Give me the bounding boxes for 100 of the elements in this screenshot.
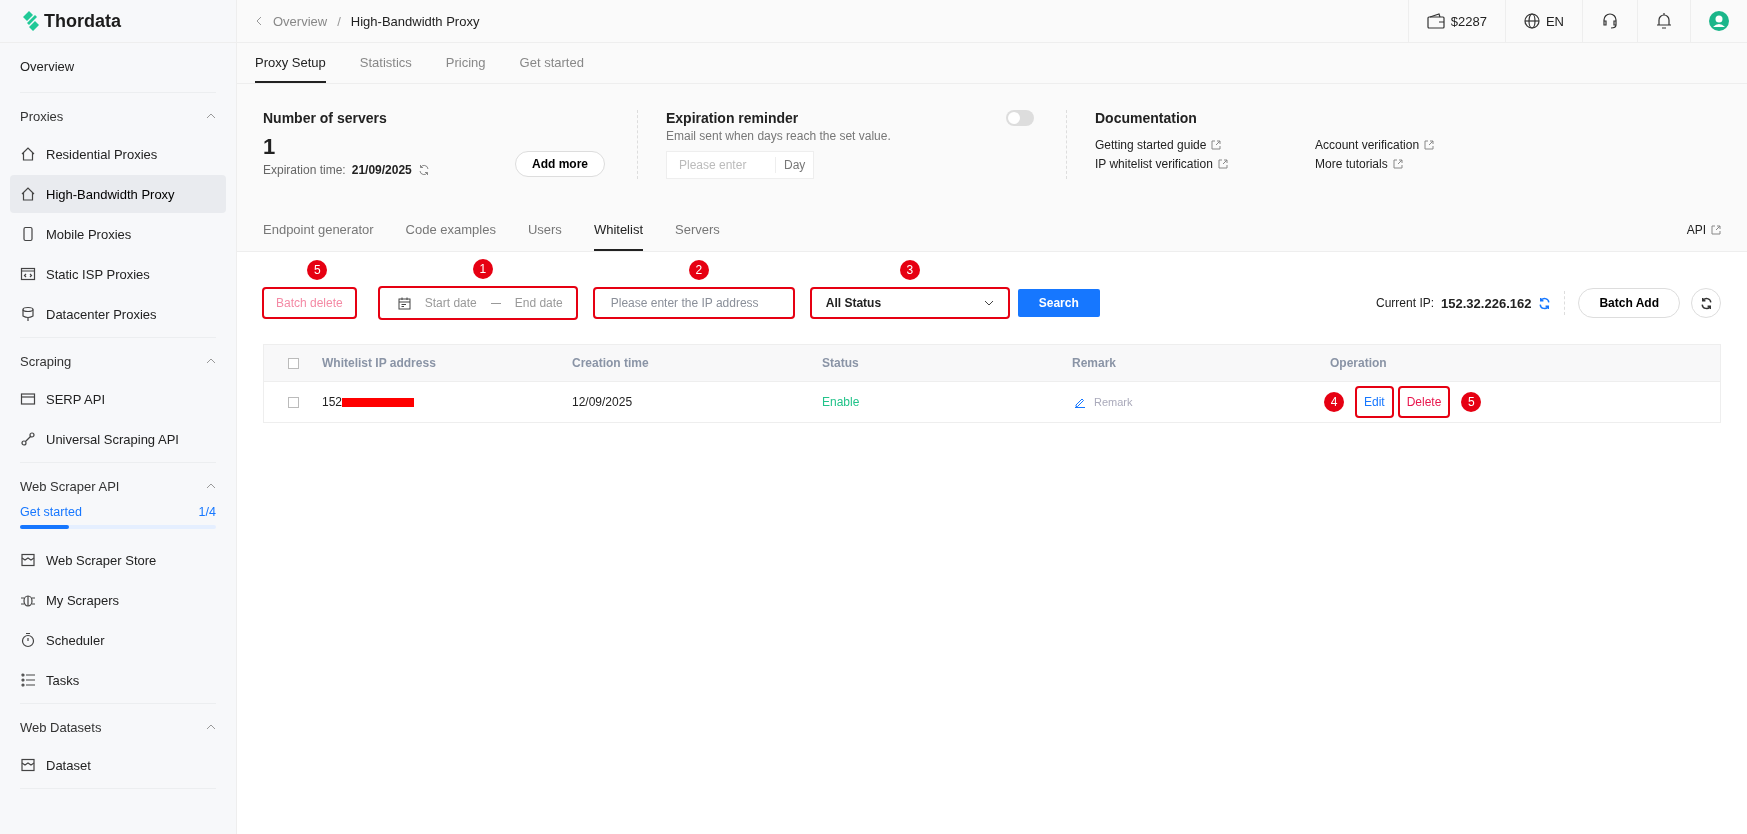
annotation-badge: 2 bbox=[688, 260, 709, 280]
sidebar-item[interactable]: Web Scraper Store bbox=[10, 541, 226, 579]
sidebar-item[interactable]: Universal Scraping API bbox=[10, 420, 226, 458]
tab[interactable]: Get started bbox=[519, 43, 584, 83]
day-unit: Day bbox=[783, 158, 806, 172]
column-header: Status bbox=[822, 356, 859, 370]
checkbox[interactable] bbox=[287, 396, 299, 408]
language-button[interactable]: EN bbox=[1504, 0, 1582, 42]
tab[interactable]: Whitelist bbox=[593, 209, 643, 251]
documentation-link[interactable]: More tutorials bbox=[1315, 157, 1388, 171]
checkbox[interactable] bbox=[287, 357, 299, 369]
house-icon bbox=[20, 186, 36, 202]
storefront-icon bbox=[20, 757, 36, 773]
logo-icon bbox=[21, 11, 41, 31]
chevron-icon[interactable] bbox=[206, 358, 216, 364]
annotation-badge: 3 bbox=[899, 260, 920, 280]
sidebar-item[interactable]: Tasks bbox=[10, 661, 226, 699]
sidebar-item[interactable]: Scheduler bbox=[10, 621, 226, 659]
back-icon[interactable] bbox=[255, 16, 263, 26]
status-text: Enable bbox=[822, 395, 860, 409]
column-header: Remark bbox=[1072, 356, 1117, 370]
link-icon bbox=[20, 431, 36, 447]
batch-add-button[interactable]: Batch Add bbox=[1578, 288, 1680, 318]
api-icon bbox=[20, 391, 36, 407]
current-ip: 152.32.226.162 bbox=[1441, 295, 1532, 311]
tab[interactable]: Servers bbox=[675, 209, 720, 251]
ip-address: 152 bbox=[322, 395, 343, 409]
sidebar-item[interactable]: Mobile Proxies bbox=[10, 215, 226, 253]
sidebar-item[interactable]: My Scrapers bbox=[10, 581, 226, 619]
storefront-icon bbox=[20, 552, 36, 568]
list-icon bbox=[20, 672, 36, 688]
refresh-icon[interactable] bbox=[1538, 296, 1552, 310]
chevron-icon[interactable] bbox=[206, 724, 216, 730]
chevron-icon[interactable] bbox=[206, 113, 216, 119]
sidebar-item[interactable]: Datacenter Proxies bbox=[10, 295, 226, 333]
bell-icon[interactable] bbox=[1656, 12, 1672, 30]
progress-label[interactable]: Get started bbox=[20, 505, 82, 519]
refresh-button[interactable] bbox=[1691, 288, 1721, 318]
expiry-date: 21/09/2025 bbox=[351, 163, 412, 177]
house-icon bbox=[20, 146, 36, 162]
timer-icon bbox=[20, 632, 36, 648]
section-title: Scraping bbox=[20, 353, 72, 369]
wallet-icon bbox=[1426, 13, 1445, 29]
tab[interactable]: Users bbox=[527, 209, 562, 251]
api-link[interactable]: API bbox=[1686, 223, 1706, 237]
phone-icon bbox=[20, 226, 36, 242]
avatar-icon[interactable] bbox=[1709, 11, 1729, 31]
sidebar-item[interactable]: Static ISP Proxies bbox=[10, 255, 226, 293]
chevron-down-icon bbox=[983, 300, 994, 306]
tab[interactable]: Statistics bbox=[359, 43, 412, 83]
breadcrumb-item[interactable]: Overview bbox=[273, 13, 328, 29]
expiry-label: Expiration time: bbox=[263, 163, 346, 177]
calendar-icon bbox=[397, 296, 411, 310]
search-button[interactable]: Search bbox=[1017, 289, 1100, 317]
add-more-button[interactable]: Add more bbox=[515, 151, 605, 177]
sidebar-item[interactable]: Residential Proxies bbox=[10, 135, 226, 173]
column-header: Creation time bbox=[572, 356, 649, 370]
database-icon bbox=[20, 306, 36, 322]
bug-icon bbox=[20, 592, 36, 608]
days-field[interactable]: Please enter Day bbox=[666, 151, 814, 179]
globe-icon bbox=[1523, 13, 1540, 29]
documentation-link[interactable]: Getting started guide bbox=[1095, 138, 1207, 152]
current-ip-label: Current IP: bbox=[1376, 296, 1435, 310]
headset-icon[interactable] bbox=[1601, 12, 1619, 30]
start-date: Start date bbox=[424, 296, 477, 310]
reminder-subtitle: Email sent when days reach the set value. bbox=[666, 129, 891, 143]
status-dropdown[interactable]: All Status bbox=[810, 288, 1009, 318]
sidebar-item[interactable]: Dataset bbox=[10, 746, 226, 784]
annotation-badge: 4 bbox=[1324, 392, 1344, 412]
sidebar-item[interactable]: SERP API bbox=[10, 380, 226, 418]
column-header: Operation bbox=[1330, 356, 1387, 370]
brand-name: Thordata bbox=[44, 10, 121, 32]
refresh-icon bbox=[1699, 296, 1713, 310]
refresh-icon[interactable] bbox=[417, 164, 430, 176]
section-title: Web Scraper API bbox=[20, 478, 120, 494]
chevron-icon[interactable] bbox=[206, 483, 216, 489]
tab[interactable]: Pricing bbox=[445, 43, 486, 83]
annotation-badge: 5 bbox=[307, 260, 328, 280]
annotation-badge: 5 bbox=[1461, 392, 1482, 412]
sidebar-item[interactable]: High-Bandwidth Proxy bbox=[10, 175, 226, 213]
delete-button[interactable]: Delete bbox=[1398, 387, 1450, 417]
reminder-toggle[interactable] bbox=[1006, 110, 1034, 126]
sidebar-item[interactable]: Overview bbox=[10, 44, 226, 88]
end-date: End date bbox=[514, 296, 563, 310]
ip-address-field[interactable]: Please enter the IP address bbox=[593, 288, 794, 318]
tab[interactable]: Code examples bbox=[405, 209, 496, 251]
tab[interactable]: Endpoint generator bbox=[263, 209, 374, 251]
external-link-icon bbox=[1217, 159, 1228, 169]
external-link-icon bbox=[1711, 225, 1721, 235]
edit-button[interactable]: Edit bbox=[1356, 387, 1393, 417]
documentation-title: Documentation bbox=[1095, 110, 1198, 126]
external-link-icon bbox=[1392, 159, 1403, 169]
pencil-icon[interactable] bbox=[1074, 396, 1086, 408]
documentation-link[interactable]: Account verification bbox=[1315, 138, 1420, 152]
breadcrumb-item: High-Bandwidth Proxy bbox=[350, 13, 480, 29]
annotation-badge: 1 bbox=[472, 259, 493, 279]
balance-button[interactable]: $2287 bbox=[1407, 0, 1505, 42]
section-title: Proxies bbox=[20, 108, 64, 124]
reminder-title: Expiration reminder bbox=[666, 110, 800, 126]
documentation-link[interactable]: IP whitelist verification bbox=[1095, 157, 1213, 171]
